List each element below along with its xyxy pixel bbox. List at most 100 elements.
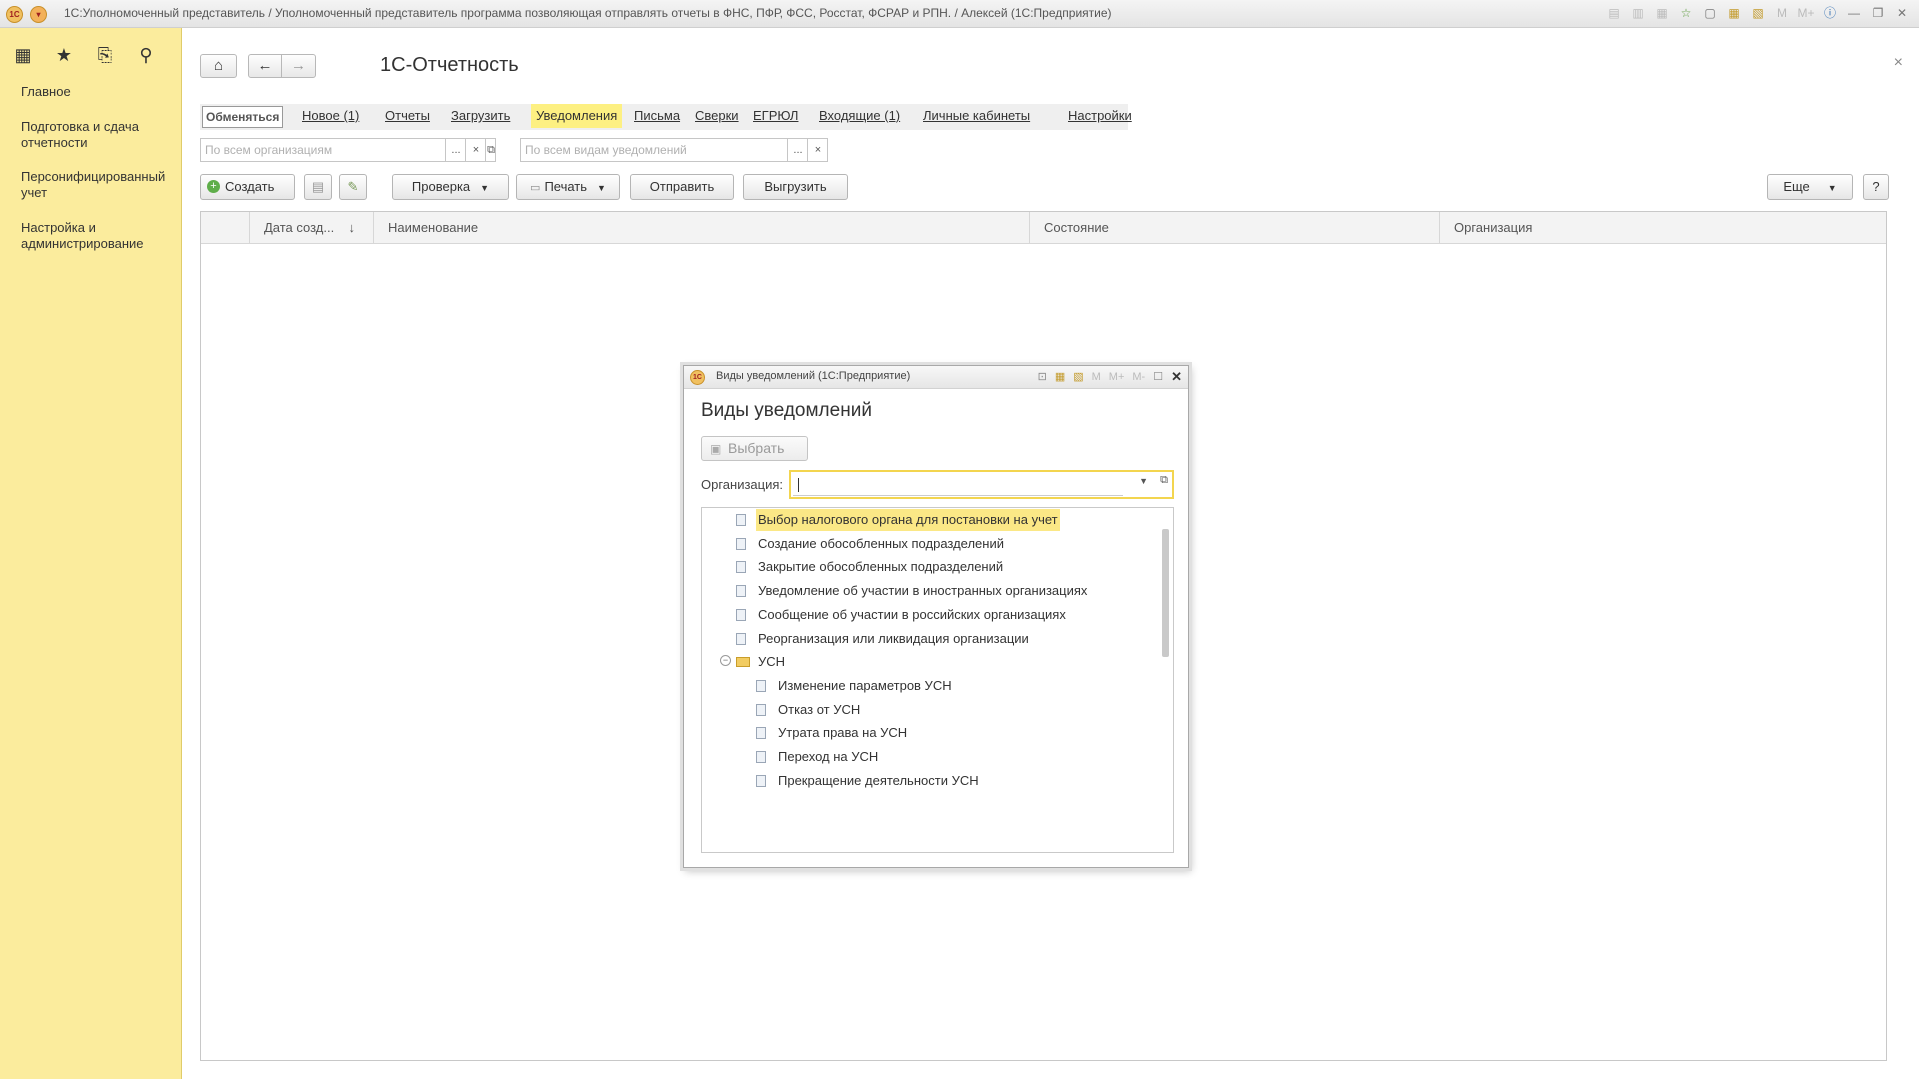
all-functions-icon[interactable]: ▦ [12,44,34,66]
tree-item-row[interactable]: Закрытие обособленных подразделений [702,556,1162,578]
search-icon[interactable]: ⚲ [135,44,157,66]
info-icon[interactable]: ⓘ [1821,4,1839,22]
tree-item-row[interactable]: Изменение параметров УСН [702,675,1162,697]
column-status[interactable]: Состояние [1029,212,1439,243]
tab-notifications[interactable]: Уведомления [531,104,623,128]
sidebar-item-admin[interactable]: Настройка и администрирование [21,220,171,252]
open-icon[interactable]: ⧉ [1160,474,1168,487]
tree-folder-row[interactable]: − УСН [702,651,1162,673]
link-icon[interactable]: ⊡ [1038,369,1047,385]
app-menu-icon[interactable]: ▾ [30,6,47,23]
edit-button[interactable]: ✎ [339,174,367,200]
clear-button[interactable]: × [807,139,828,161]
tab-upload[interactable]: Загрузить [451,104,510,128]
close-icon[interactable]: ✕ [1171,369,1182,385]
copy-icon: ▤ [311,179,325,194]
restore-icon[interactable]: ❐ [1869,4,1887,22]
clear-button[interactable]: × [465,139,486,161]
calculator-icon[interactable]: ▦ [1725,4,1743,22]
notification-kinds-tree[interactable]: Прекращение деятельности УСН Переход на У… [701,507,1174,853]
back-button[interactable]: ← [248,54,282,78]
column-organization[interactable]: Организация [1439,212,1886,243]
scrollbar-thumb[interactable] [1162,529,1169,657]
tree-item-row[interactable]: Прекращение деятельности УСН [702,770,1162,792]
tree-item-row[interactable]: Переход на УСН [702,746,1162,768]
check-button[interactable]: Проверка ▼ [392,174,509,200]
memory-m-icon[interactable]: M [1773,4,1791,22]
send-button[interactable]: Отправить [630,174,734,200]
tree-item-row[interactable]: Уведомление об участии в иностранных орг… [702,580,1162,602]
sidebar-item-personified[interactable]: Персонифицированный учет [21,169,171,201]
open-icon[interactable]: ⧉ [485,139,496,161]
scrollbar[interactable] [1162,511,1169,849]
tree-item-row[interactable]: Отказ от УСН [702,699,1162,721]
choose-label: Выбрать [728,440,785,456]
dropdown-icon[interactable]: ▼ [1139,476,1148,486]
create-button[interactable]: + Создать [200,174,295,200]
print-icon[interactable]: ▥ [1629,4,1647,22]
close-form-button[interactable]: × [1894,54,1903,72]
calculator-icon[interactable]: ▦ [1055,369,1065,385]
print-button[interactable]: ▭ Печать ▼ [516,174,620,200]
tab-incoming[interactable]: Входящие (1) [819,104,900,128]
select-button[interactable]: ... [445,139,466,161]
organization-filter[interactable]: По всем организациям ... × ⧉ [200,138,496,162]
tab-personal-accounts[interactable]: Личные кабинеты [923,104,1030,128]
sidebar-item-reporting[interactable]: Подготовка и сдача отчетности [21,119,171,151]
sidebar-item-main[interactable]: Главное [21,84,171,100]
home-button[interactable]: ⌂ [200,54,237,78]
minimize-icon[interactable]: — [1845,4,1863,22]
tab-reconciliations[interactable]: Сверки [695,104,739,128]
notification-kind-filter[interactable]: По всем видам уведомлений ... × [520,138,828,162]
help-button[interactable]: ? [1863,174,1889,200]
copy-button[interactable]: ▤ [304,174,332,200]
favorite-icon[interactable]: ☆ [1677,4,1695,22]
tree-item-label: Изменение параметров УСН [778,677,952,693]
dialog-heading: Виды уведомлений [701,400,872,421]
tree-item-row[interactable]: Выбор налогового органа для постановки н… [702,509,1162,531]
tab-settings[interactable]: Настройки [1068,104,1132,128]
organization-input-text[interactable] [793,474,1123,496]
close-icon[interactable]: ✕ [1893,4,1911,22]
more-button[interactable]: Еще ▼ [1767,174,1853,200]
save-icon[interactable]: ▤ [1605,4,1623,22]
tree-item-label: Прекращение деятельности УСН [778,772,979,788]
calendar-icon[interactable]: ▧ [1749,4,1767,22]
memory-plus-icon[interactable]: M+ [1797,4,1815,22]
choose-button[interactable]: ▣ Выбрать [701,436,808,461]
export-button[interactable]: Выгрузить [743,174,848,200]
copy-icon[interactable]: ▦ [1653,4,1671,22]
tree-item-row[interactable]: Сообщение об участии в российских органи… [702,604,1162,626]
dropdown-icon: ▼ [480,183,490,193]
tree-item-label: Переход на УСН [778,749,879,764]
select-button[interactable]: ... [787,139,808,161]
tree-item-row[interactable]: Создание обособленных подразделений [702,533,1162,555]
maximize-icon[interactable]: ☐ [1153,369,1163,385]
app-logo-icon: 1С [690,370,705,385]
tab-letters[interactable]: Письма [634,104,680,128]
forward-button[interactable]: → [281,54,316,78]
tab-exchange[interactable]: Обменяться [202,106,284,128]
tree-item-label: Реорганизация или ликвидация организации [758,630,1029,646]
calendar-icon[interactable]: ▧ [1073,369,1083,385]
tab-reports[interactable]: Отчеты [385,104,430,128]
tree-item-label: Сообщение об участии в российских органи… [758,606,1066,622]
memory-plus-icon[interactable]: M+ [1109,369,1125,385]
tree-item-row[interactable]: Реорганизация или ликвидация организации [702,628,1162,650]
history-icon[interactable]: ▢ [1701,4,1719,22]
memory-minus-icon[interactable]: M- [1132,369,1145,385]
dialog-window-title: Виды уведомлений (1С:Предприятие) [716,370,911,382]
dialog-titlebar: 1С Виды уведомлений (1С:Предприятие) ⊡ ▦… [684,366,1188,389]
tab-egrul[interactable]: ЕГРЮЛ [753,104,798,128]
column-date[interactable]: Дата созд... ↓ [249,212,373,243]
tab-new[interactable]: Новое (1) [302,104,359,128]
history-icon[interactable]: ⎘ [94,44,116,66]
tree-item-label: Выбор налогового органа для постановки н… [756,509,1060,531]
tree-item-row[interactable]: Утрата права на УСН [702,722,1162,744]
column-name[interactable]: Наименование [373,212,1029,243]
memory-m-icon[interactable]: M [1092,369,1101,385]
favorites-icon[interactable]: ★ [53,44,75,66]
folder-icon [736,657,750,668]
organization-input[interactable]: ▼ ⧉ [789,470,1174,499]
collapse-icon[interactable]: − [720,655,731,667]
